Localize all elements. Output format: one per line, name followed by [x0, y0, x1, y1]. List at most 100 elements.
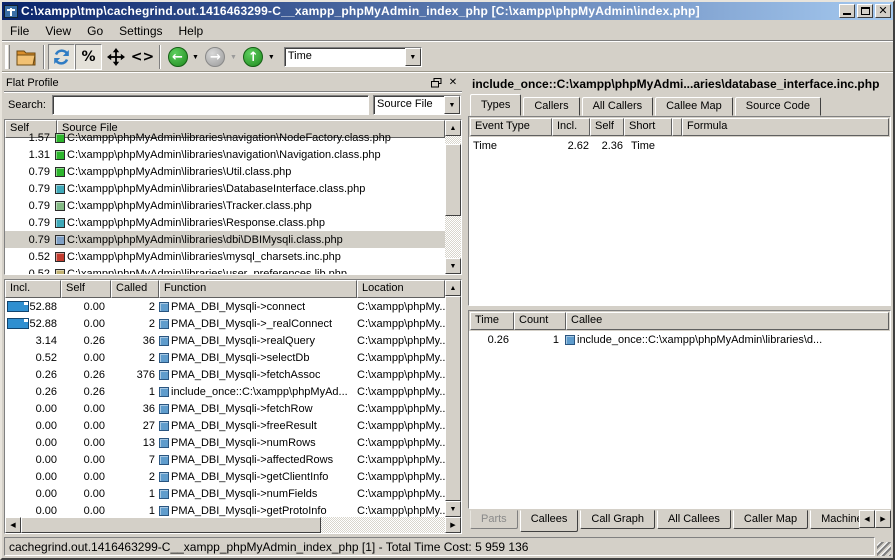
source-file-row[interactable]: 0.79 C:\xampp\phpMyAdmin\libraries\Respo… — [5, 214, 445, 231]
scroll-up-icon[interactable]: ▲ — [445, 280, 461, 296]
event-type-row[interactable]: Time 2.62 2.36 Time — [469, 137, 890, 154]
self-cost-cell: 0.79 — [5, 166, 55, 178]
back-button[interactable]: ← — [164, 44, 191, 70]
bottom-tab[interactable]: All Callees — [657, 510, 731, 529]
detail-tab[interactable]: All Callers — [582, 97, 654, 116]
source-file-row[interactable]: 1.31 C:\xampp\phpMyAdmin\libraries\navig… — [5, 146, 445, 163]
toolbar-handle[interactable] — [5, 45, 10, 69]
detail-tab[interactable]: Callee Map — [655, 97, 733, 116]
bottom-tab[interactable]: Call Graph — [580, 510, 655, 529]
group-combobox[interactable]: Source File ▼ — [373, 95, 461, 115]
function-row[interactable]: 52.88 0.00 2 PMA_DBI_Mysqli->_realConnec… — [5, 315, 445, 332]
scrollbar-thumb[interactable] — [445, 296, 461, 501]
menu-item[interactable]: View — [37, 22, 79, 40]
function-row[interactable]: 52.88 0.00 2 PMA_DBI_Mysqli->connect C:\… — [5, 298, 445, 315]
scrollbar-track[interactable] — [445, 216, 461, 258]
back-dropdown[interactable]: ▼ — [192, 54, 199, 61]
source-file-row[interactable]: 0.52 C:\xampp\phpMyAdmin\libraries\user_… — [5, 265, 445, 274]
scrollbar-thumb[interactable] — [21, 517, 321, 533]
function-row[interactable]: 0.00 0.00 2 PMA_DBI_Mysqli->getClientInf… — [5, 468, 445, 485]
function-row[interactable]: 0.00 0.00 1 PMA_DBI_Mysqli->numFields C:… — [5, 485, 445, 502]
up-button[interactable]: ↑ — [240, 44, 267, 70]
source-file-row[interactable]: 0.52 C:\xampp\phpMyAdmin\libraries\mysql… — [5, 248, 445, 265]
scroll-down-icon[interactable]: ▼ — [445, 258, 461, 274]
detail-tab[interactable]: Types — [470, 94, 521, 116]
column-header-self[interactable]: Self — [590, 118, 624, 136]
bottom-tab[interactable]: Caller Map — [733, 510, 808, 529]
self-cost-cell: 0.79 — [5, 200, 55, 212]
function-row[interactable]: 0.00 0.00 1 PMA_DBI_Mysqli->getProtoInfo… — [5, 502, 445, 517]
minimize-button[interactable] — [839, 4, 855, 18]
function-icon — [159, 421, 169, 431]
maximize-button[interactable] — [857, 4, 873, 18]
function-row[interactable]: 0.00 0.00 36 PMA_DBI_Mysqli->fetchRow C:… — [5, 400, 445, 417]
function-row[interactable]: 0.00 0.00 7 PMA_DBI_Mysqli->affectedRows… — [5, 451, 445, 468]
menu-item[interactable]: Settings — [111, 22, 170, 40]
dock-close-button[interactable]: ✕ — [446, 76, 460, 89]
column-header-event-type[interactable]: Event Type — [470, 118, 552, 136]
function-row[interactable]: 3.14 0.26 36 PMA_DBI_Mysqli->realQuery C… — [5, 332, 445, 349]
column-header-formula[interactable]: Formula — [682, 118, 889, 136]
scrollbar-thumb[interactable] — [445, 144, 461, 216]
detail-tab[interactable]: Callers — [523, 97, 579, 116]
reload-button[interactable] — [48, 44, 75, 70]
tab-scroll-right-icon[interactable]: ▶ — [875, 510, 891, 528]
detail-tab[interactable]: Source Code — [735, 97, 821, 116]
combobox-arrow-icon[interactable]: ▼ — [444, 96, 460, 114]
up-dropdown[interactable]: ▼ — [268, 54, 275, 61]
column-header-called[interactable]: Called — [111, 280, 159, 298]
dock-title-bar[interactable]: Flat Profile ✕ — [4, 74, 462, 92]
open-file-button[interactable] — [13, 44, 40, 70]
bottom-tab[interactable]: Parts — [470, 510, 518, 529]
function-table-vscrollbar[interactable]: ▲ ▼ — [445, 280, 461, 517]
column-header-function[interactable]: Function — [159, 280, 357, 298]
event-type-combobox[interactable]: Time ▼ — [284, 47, 422, 67]
column-header-time[interactable]: Time — [470, 312, 514, 330]
menu-item[interactable]: Go — [79, 22, 111, 40]
column-header-callee[interactable]: Callee — [566, 312, 889, 330]
scroll-up-icon[interactable]: ▲ — [445, 120, 461, 136]
source-file-row[interactable]: 0.79 C:\xampp\phpMyAdmin\libraries\Datab… — [5, 180, 445, 197]
function-row[interactable]: 0.26 0.26 376 PMA_DBI_Mysqli->fetchAssoc… — [5, 366, 445, 383]
scroll-down-icon[interactable]: ▼ — [445, 501, 461, 517]
source-file-row[interactable]: 0.79 C:\xampp\phpMyAdmin\libraries\Track… — [5, 197, 445, 214]
called-count-cell: 7 — [111, 454, 159, 466]
tab-scroll-left-icon[interactable]: ◀ — [859, 510, 875, 528]
scrollbar-track[interactable] — [321, 517, 445, 533]
column-header-incl[interactable]: Incl. — [5, 280, 61, 298]
combobox-arrow-icon[interactable]: ▼ — [405, 48, 421, 66]
column-header-self[interactable]: Self — [61, 280, 111, 298]
function-row[interactable]: 0.00 0.00 27 PMA_DBI_Mysqli->freeResult … — [5, 417, 445, 434]
bottom-tab[interactable]: Callees — [520, 510, 579, 532]
function-row[interactable]: 0.26 0.26 1 include_once::C:\xampp\phpMy… — [5, 383, 445, 400]
source-file-row[interactable]: 0.79 C:\xampp\phpMyAdmin\libraries\dbi\D… — [5, 231, 445, 248]
relative-cost-button[interactable]: % — [75, 44, 102, 70]
source-file-row[interactable]: 1.57 C:\xampp\phpMyAdmin\libraries\navig… — [5, 129, 445, 146]
forward-dropdown[interactable]: ▼ — [230, 54, 237, 61]
menu-item[interactable]: Help — [171, 22, 212, 40]
bottom-tab[interactable]: Machine Code — [810, 510, 859, 529]
scrollbar-track[interactable] — [445, 136, 461, 144]
search-input[interactable] — [52, 95, 369, 115]
expand-areas-button[interactable] — [102, 44, 129, 70]
function-row[interactable]: 0.00 0.00 13 PMA_DBI_Mysqli->numRows C:\… — [5, 434, 445, 451]
column-header-count[interactable]: Count — [514, 312, 566, 330]
source-file-row[interactable]: 0.79 C:\xampp\phpMyAdmin\libraries\Util.… — [5, 163, 445, 180]
file-table-vscrollbar[interactable]: ▲ ▼ — [445, 120, 461, 274]
resize-grip[interactable] — [877, 542, 891, 556]
scroll-right-icon[interactable]: ▶ — [445, 517, 461, 533]
column-header-incl[interactable]: Incl. — [552, 118, 590, 136]
scroll-left-icon[interactable]: ◀ — [5, 517, 21, 533]
column-header-location[interactable]: Location — [357, 280, 445, 298]
dock-float-button[interactable] — [429, 76, 443, 89]
column-header-short[interactable]: Short — [624, 118, 672, 136]
cycle-detection-button[interactable]: <> — [129, 44, 156, 70]
callee-row[interactable]: 0.26 1 include_once::C:\xampp\phpMyAdmin… — [469, 331, 890, 348]
toolbar-separator — [43, 45, 45, 69]
function-row[interactable]: 0.52 0.00 2 PMA_DBI_Mysqli->selectDb C:\… — [5, 349, 445, 366]
menu-item[interactable]: File — [2, 22, 37, 40]
forward-icon: → — [205, 47, 225, 67]
close-button[interactable]: ✕ — [875, 4, 891, 18]
forward-button[interactable]: → — [202, 44, 229, 70]
function-table-hscrollbar[interactable]: ◀ ▶ — [5, 517, 461, 533]
